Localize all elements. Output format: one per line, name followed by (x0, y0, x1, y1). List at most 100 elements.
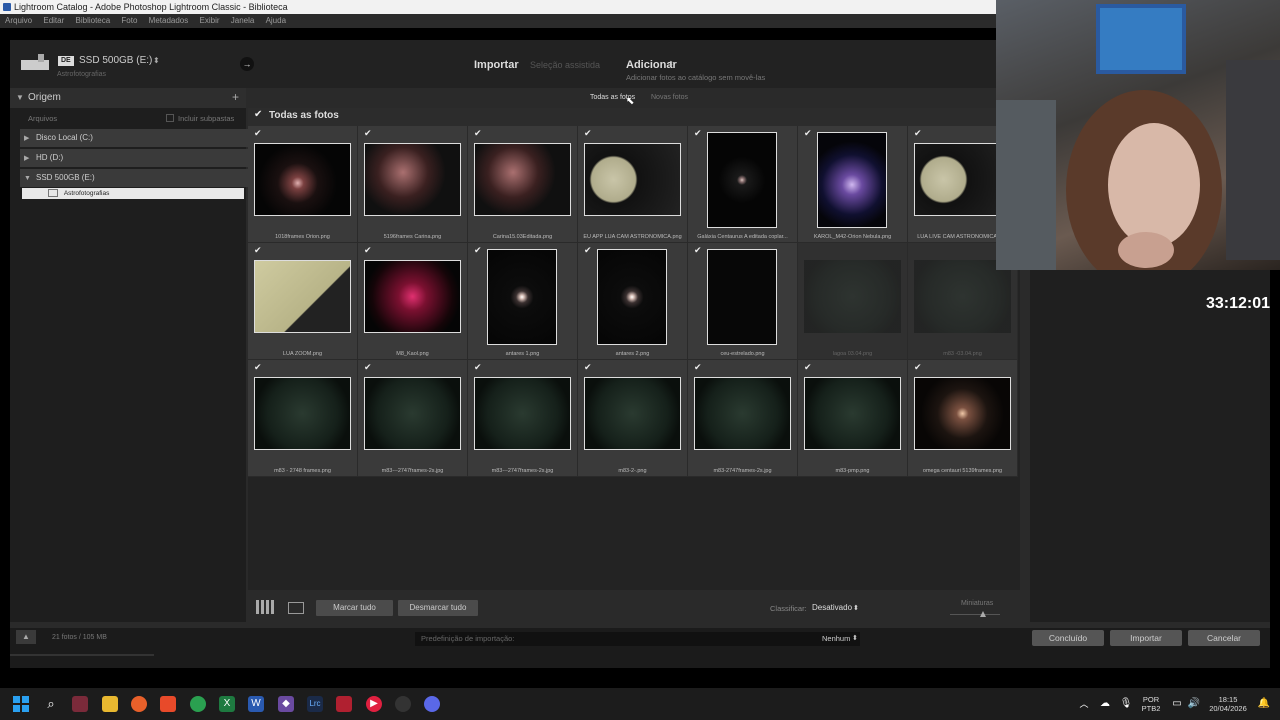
language-indicator[interactable]: POR PTB2 (1138, 695, 1164, 713)
photo-checkbox-icon[interactable]: ✔ (364, 362, 372, 373)
collapse-triangle-icon[interactable]: ▼ (16, 93, 24, 102)
menu-item-janela[interactable]: Janela (231, 16, 255, 25)
photo-checkbox-icon[interactable]: ✔ (474, 245, 482, 256)
tray-chevron-up-icon[interactable]: ︿ (1076, 696, 1092, 712)
photo-thumbnail[interactable] (474, 143, 571, 216)
photo-cell[interactable]: ✔ 1018frames Orion.png (248, 126, 358, 243)
thumbnail-size-slider[interactable] (950, 611, 1000, 617)
preset-bar[interactable]: Predefinição de importação: Nenhum ⬍ (415, 632, 860, 646)
photo-cell[interactable]: ✔ 5196frames Carina.png (358, 126, 468, 243)
photo-cell[interactable]: ✔ antares 2.png (578, 243, 688, 360)
mode-import[interactable]: Importar (474, 59, 519, 71)
preset-value[interactable]: Nenhum (822, 634, 850, 643)
menu-item-foto[interactable]: Foto (121, 16, 137, 25)
chrome-icon[interactable] (190, 696, 206, 712)
folder-astrofotografias[interactable]: Astrofotografias (22, 188, 244, 199)
notifications-icon[interactable]: 🔔 (1256, 696, 1272, 712)
photo-checkbox-icon[interactable]: ✔ (694, 245, 702, 256)
section-check-icon[interactable]: ✔ (254, 109, 262, 120)
mode-assisted[interactable]: Seleção assistida (530, 60, 600, 70)
photo-thumbnail[interactable] (597, 249, 667, 345)
sort-select[interactable]: Desativado (812, 603, 852, 612)
menu-item-ajuda[interactable]: Ajuda (266, 16, 286, 25)
source-name[interactable]: SSD 500GB (E:) (79, 55, 152, 66)
photo-cell[interactable]: ✔ omega centauri 5139frames.png (908, 360, 1018, 477)
photo-checkbox-icon[interactable]: ✔ (474, 128, 482, 139)
photo-checkbox-icon[interactable]: ✔ (584, 128, 592, 139)
app-diamond-icon[interactable]: ◆ (278, 696, 294, 712)
done-button[interactable]: Concluído (1032, 630, 1104, 646)
volume-disco-local[interactable]: ▶ Disco Local (C:) (20, 129, 248, 147)
photo-cell[interactable]: ✔ m83-2747frames-2s.jpg (688, 360, 798, 477)
include-subfolders-checkbox[interactable] (166, 114, 174, 122)
photo-cell[interactable]: ✔ EU APP LUA CAM ASTRONOMICA.png (578, 126, 688, 243)
photo-cell[interactable]: ✔ KAROL_M42-Orion Nebula.png (798, 126, 908, 243)
onedrive-icon[interactable]: ☁ (1097, 696, 1113, 712)
photo-thumbnail[interactable] (254, 260, 351, 333)
photo-cell[interactable]: ✔ LUA ZOOM.png (248, 243, 358, 360)
excel-icon[interactable]: X (219, 696, 235, 712)
photo-thumbnail[interactable] (817, 132, 887, 228)
add-source-icon[interactable]: + (232, 90, 239, 104)
tab-new-photos[interactable]: Novas fotos (651, 94, 688, 101)
photo-thumbnail[interactable] (914, 260, 1011, 333)
photo-checkbox-icon[interactable]: ✔ (694, 128, 702, 139)
photo-thumbnail[interactable] (364, 377, 461, 450)
photo-thumbnail[interactable] (254, 143, 351, 216)
photo-cell[interactable]: ✔ m83-pmp.png (798, 360, 908, 477)
volume-icon[interactable]: 🔊 (1186, 696, 1202, 712)
windows-start-icon[interactable] (13, 696, 29, 712)
photo-thumbnail[interactable] (487, 249, 557, 345)
microphone-icon[interactable]: 🎙 (1118, 696, 1134, 712)
word-icon[interactable]: W (248, 696, 264, 712)
meister-icon[interactable] (336, 696, 352, 712)
file-explorer-icon[interactable] (102, 696, 118, 712)
search-icon[interactable]: ⌕ (43, 696, 59, 712)
photo-checkbox-icon[interactable]: ✔ (584, 362, 592, 373)
photo-cell[interactable]: ✔ ceu-estrelado.png (688, 243, 798, 360)
firefox-icon[interactable] (131, 696, 147, 712)
photo-checkbox-icon[interactable]: ✔ (254, 362, 262, 373)
media-player-icon[interactable]: ▶ (366, 696, 382, 712)
photo-checkbox-icon[interactable]: ✔ (254, 245, 262, 256)
photo-checkbox-icon[interactable]: ✔ (364, 128, 372, 139)
photo-cell[interactable]: ✔ Galáxia Centaurus A editada coplar... (688, 126, 798, 243)
photo-checkbox-icon[interactable]: ✔ (694, 362, 702, 373)
slider-handle[interactable] (980, 611, 986, 617)
photo-thumbnail[interactable] (707, 132, 777, 228)
photo-checkbox-icon[interactable]: ✔ (474, 362, 482, 373)
check-all-button[interactable]: Marcar tudo (316, 600, 393, 616)
volume-ssd[interactable]: ▼ SSD 500GB (E:) (20, 169, 248, 187)
photo-thumbnail[interactable] (364, 260, 461, 333)
arrow-right-icon[interactable]: → (240, 57, 254, 71)
lightroom-taskbar-icon[interactable]: Lrc (307, 696, 323, 712)
photo-thumbnail[interactable] (804, 377, 901, 450)
photo-cell[interactable]: ✔ m83-2-.png (578, 360, 688, 477)
photo-thumbnail[interactable] (364, 143, 461, 216)
brave-icon[interactable] (160, 696, 176, 712)
menu-item-exibir[interactable]: Exibir (200, 16, 220, 25)
source-dropdown-icon[interactable]: ⬍ (153, 56, 160, 65)
photo-checkbox-icon[interactable]: ✔ (804, 362, 812, 373)
network-icon[interactable]: ▭ (1169, 696, 1185, 712)
photo-cell[interactable]: ✔ m83 - 2748 frames.png (248, 360, 358, 477)
photo-thumbnail[interactable] (804, 260, 901, 333)
photo-thumbnail[interactable] (474, 377, 571, 450)
photo-cell[interactable]: ✔ m83---2747frames-2s.jpg (358, 360, 468, 477)
photo-checkbox-icon[interactable]: ✔ (584, 245, 592, 256)
photo-thumbnail[interactable] (707, 249, 777, 345)
photo-thumbnail[interactable] (584, 143, 681, 216)
photo-checkbox-icon[interactable]: ✔ (914, 128, 922, 139)
photo-checkbox-icon[interactable]: ✔ (914, 362, 922, 373)
photo-checkbox-icon[interactable]: ✔ (254, 128, 262, 139)
photo-thumbnail[interactable] (254, 377, 351, 450)
photo-checkbox-icon[interactable]: ✔ (804, 128, 812, 139)
menu-item-metadados[interactable]: Metadados (149, 16, 189, 25)
photo-cell[interactable]: ✔ M8_Kaol.png (358, 243, 468, 360)
discord-icon[interactable] (424, 696, 440, 712)
photo-thumbnail[interactable] (584, 377, 681, 450)
photo-thumbnail[interactable] (694, 377, 791, 450)
collapse-up-button[interactable]: ▲ (16, 630, 36, 644)
cancel-button[interactable]: Cancelar (1188, 630, 1260, 646)
volume-hd[interactable]: ▶ HD (D:) (20, 149, 248, 167)
